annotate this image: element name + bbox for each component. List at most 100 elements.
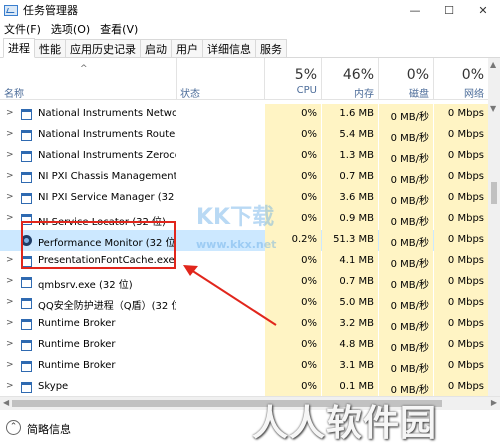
expand-chevron-icon[interactable]: > bbox=[6, 129, 14, 139]
watermark-brand: 人人软件园 bbox=[252, 403, 438, 444]
process-name: National Instruments Zeroco... bbox=[38, 150, 176, 161]
disk-label: 磁盘 bbox=[409, 89, 429, 100]
process-cpu: 0% bbox=[265, 146, 321, 167]
column-memory[interactable]: 46% 内存 bbox=[322, 58, 378, 100]
process-network: 0 Mbps bbox=[434, 125, 488, 146]
tab-processes[interactable]: 进程 bbox=[3, 38, 35, 58]
expand-chevron-icon[interactable]: > bbox=[6, 318, 14, 328]
process-icon bbox=[21, 109, 32, 120]
process-network: 0 Mbps bbox=[434, 335, 488, 356]
process-name: Runtime Broker bbox=[38, 318, 116, 329]
tab-services[interactable]: 服务 bbox=[255, 39, 287, 57]
maximize-button[interactable]: ☐ bbox=[432, 0, 466, 20]
process-icon bbox=[21, 151, 32, 162]
process-disk: 0 MB/秒 bbox=[379, 314, 433, 335]
network-label: 网络 bbox=[464, 89, 484, 100]
process-name: Runtime Broker bbox=[38, 339, 116, 350]
process-disk: 0 MB/秒 bbox=[379, 251, 433, 272]
process-disk: 0 MB/秒 bbox=[379, 104, 433, 125]
disk-total: 0% bbox=[406, 67, 429, 83]
process-row[interactable]: > Runtime Broker 0% 3.1 MB 0 MB/秒 0 Mbps bbox=[0, 356, 488, 377]
expand-chevron-icon[interactable]: > bbox=[6, 360, 14, 370]
process-disk: 0 MB/秒 bbox=[379, 146, 433, 167]
menu-view[interactable]: 查看(V) bbox=[100, 21, 138, 37]
expand-chevron-icon[interactable]: > bbox=[6, 339, 14, 349]
process-icon bbox=[21, 382, 32, 393]
process-row[interactable]: > National Instruments Networ... 0% 1.6 MB 0… bbox=[0, 104, 488, 125]
process-row[interactable]: > Runtime Broker 0% 4.8 MB 0 MB/秒 0 Mbps bbox=[0, 335, 488, 356]
process-disk: 0 MB/秒 bbox=[379, 272, 433, 293]
expand-chevron-icon[interactable]: > bbox=[6, 108, 14, 118]
process-network: 0 Mbps bbox=[434, 272, 488, 293]
scroll-up-icon[interactable]: ▲ bbox=[490, 60, 496, 69]
column-name[interactable]: 名称 bbox=[4, 85, 24, 100]
scroll-thumb[interactable] bbox=[491, 182, 497, 204]
window-title: 任务管理器 bbox=[23, 4, 78, 17]
process-disk: 0 MB/秒 bbox=[379, 167, 433, 188]
process-memory: 5.4 MB bbox=[322, 125, 378, 146]
process-icon bbox=[21, 340, 32, 351]
process-row[interactable]: > qmbsrv.exe (32 位) 0% 0.7 MB 0 MB/秒 0 Mbps bbox=[0, 272, 488, 293]
task-manager-icon bbox=[4, 4, 18, 16]
process-disk: 0 MB/秒 bbox=[379, 125, 433, 146]
vertical-scrollbar[interactable]: ▲ ▼ bbox=[488, 58, 500, 396]
process-network: 0 Mbps bbox=[434, 209, 488, 230]
process-row[interactable]: > QQ安全防护进程（Q盾）(32 位) 0% 5.0 MB 0 MB/秒 0 Mbps bbox=[0, 293, 488, 314]
column-cpu[interactable]: 5% CPU bbox=[265, 58, 321, 100]
expand-chevron-icon[interactable]: > bbox=[6, 213, 14, 223]
menu-file[interactable]: 文件(F) bbox=[4, 21, 41, 37]
expand-chevron-icon[interactable]: > bbox=[6, 150, 14, 160]
menu-options[interactable]: 选项(O) bbox=[51, 21, 90, 37]
tab-bar: 进程 性能 应用历史记录 启动 用户 详细信息 服务 bbox=[0, 38, 500, 58]
network-total: 0% bbox=[461, 67, 484, 83]
process-cpu: 0% bbox=[265, 335, 321, 356]
expand-chevron-icon[interactable]: > bbox=[6, 297, 14, 307]
scroll-right-icon[interactable]: ▶ bbox=[491, 398, 497, 407]
tab-performance[interactable]: 性能 bbox=[34, 39, 66, 57]
process-row[interactable]: > NI PXI Chassis Management ... 0% 0.7 MB 0 … bbox=[0, 167, 488, 188]
process-disk: 0 MB/秒 bbox=[379, 356, 433, 377]
process-name: QQ安全防护进程（Q盾）(32 位) bbox=[38, 301, 176, 312]
expand-chevron-icon[interactable]: > bbox=[6, 381, 14, 391]
expand-chevron-icon[interactable]: > bbox=[6, 255, 14, 265]
column-network[interactable]: 0% 网络 bbox=[434, 58, 488, 100]
chevron-up-icon[interactable]: ⌃ bbox=[6, 420, 21, 435]
process-icon bbox=[21, 298, 32, 309]
process-network: 0 Mbps bbox=[434, 146, 488, 167]
process-disk: 0 MB/秒 bbox=[379, 230, 433, 251]
process-icon bbox=[21, 319, 32, 330]
process-network: 0 Mbps bbox=[434, 188, 488, 209]
expand-chevron-icon[interactable]: > bbox=[6, 192, 14, 202]
process-name: National Instruments Route ... bbox=[38, 129, 176, 140]
scroll-left-icon[interactable]: ◀ bbox=[3, 398, 9, 407]
memory-label: 内存 bbox=[354, 89, 374, 100]
process-network: 0 Mbps bbox=[434, 167, 488, 188]
brief-info-button[interactable]: 简略信息 bbox=[27, 421, 71, 437]
sort-arrow-icon[interactable]: ^ bbox=[80, 64, 88, 74]
process-icon bbox=[21, 130, 32, 141]
tab-app-history[interactable]: 应用历史记录 bbox=[65, 39, 141, 57]
process-row[interactable]: > Runtime Broker 0% 3.2 MB 0 MB/秒 0 Mbps bbox=[0, 314, 488, 335]
process-memory: 0.9 MB bbox=[322, 209, 378, 230]
close-button[interactable]: ✕ bbox=[466, 0, 500, 20]
minimize-button[interactable]: — bbox=[398, 0, 432, 20]
window-controls: — ☐ ✕ bbox=[398, 0, 500, 20]
process-memory: 4.8 MB bbox=[322, 335, 378, 356]
scroll-down-icon[interactable]: ▼ bbox=[490, 104, 496, 113]
process-cpu: 0% bbox=[265, 251, 321, 272]
process-row[interactable]: > National Instruments Zeroco... 0% 1.3 MB 0… bbox=[0, 146, 488, 167]
tab-details[interactable]: 详细信息 bbox=[202, 39, 256, 57]
process-icon bbox=[21, 193, 32, 204]
process-memory: 4.1 MB bbox=[322, 251, 378, 272]
process-network: 0 Mbps bbox=[434, 293, 488, 314]
process-row[interactable]: > National Instruments Route ... 0% 5.4 MB 0… bbox=[0, 125, 488, 146]
tab-users[interactable]: 用户 bbox=[171, 39, 203, 57]
column-status[interactable]: 状态 bbox=[180, 85, 200, 100]
process-icon bbox=[21, 361, 32, 372]
expand-chevron-icon[interactable]: > bbox=[6, 171, 14, 181]
expand-chevron-icon[interactable]: > bbox=[6, 276, 14, 286]
tab-startup[interactable]: 启动 bbox=[140, 39, 172, 57]
column-disk[interactable]: 0% 磁盘 bbox=[379, 58, 433, 100]
process-memory: 3.6 MB bbox=[322, 188, 378, 209]
process-network: 0 Mbps bbox=[434, 104, 488, 125]
